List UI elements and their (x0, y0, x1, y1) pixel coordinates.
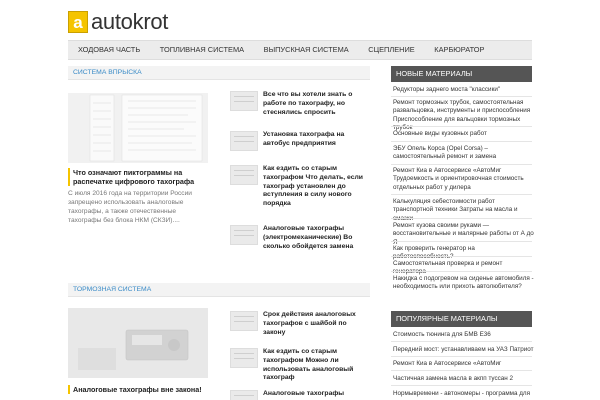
article-image[interactable] (68, 308, 208, 378)
sidebar-link[interactable]: Частичная замена масла в акпп туссан 2 (391, 375, 534, 383)
list-item[interactable]: Срок действия аналоговых тахографов с ша… (230, 311, 370, 337)
list-item[interactable]: Как ездить со старым тахографом Можно ли… (230, 348, 370, 383)
sidebar-link[interactable]: Стоимость тюнинга для БМВ Е36 (391, 331, 534, 339)
logo-mark: a (68, 11, 88, 33)
sidebar-link[interactable]: Редукторы заднего моста "классики" (391, 86, 534, 94)
sidebar-link[interactable]: Ремонт Киа в Автосервисе «АвтоМиг (391, 360, 534, 368)
list-item[interactable]: Аналоговые тахографы (электромеханически… (230, 225, 370, 251)
article-excerpt: С июля 2016 года на территории России за… (68, 190, 192, 224)
list-item[interactable]: Аналоговые тахографы (230, 390, 370, 400)
article-thumbnail[interactable] (230, 165, 258, 185)
nav-item-chassis[interactable]: ХОДОВАЯ ЧАСТЬ (68, 41, 150, 59)
list-item-title[interactable]: Как ездить со старым тахографом Что дела… (263, 165, 370, 209)
sidebar-link[interactable]: Ремонт кузова своими руками — восстанови… (391, 222, 534, 247)
list-item-title[interactable]: Все что вы хотели знать о работе по тахо… (263, 91, 370, 117)
article-image[interactable] (68, 93, 208, 163)
section-title-brakes[interactable]: ТОРМОЗНАЯ СИСТЕМА (68, 283, 370, 297)
article-thumbnail[interactable] (230, 131, 258, 151)
sidebar-link[interactable]: Накидка с подогревом на сиденье автомоби… (391, 275, 534, 292)
list-item-title[interactable]: Срок действия аналоговых тахографов с ша… (263, 311, 370, 337)
article-thumbnail[interactable] (230, 91, 258, 111)
sidebar-link[interactable]: Ремонт Киа в Автосервисе «АвтоМиг Трудое… (391, 167, 534, 192)
sidebar-link[interactable]: Нормывремени - автономеры - программа дл… (391, 390, 534, 398)
article-title[interactable]: Что означают пиктограммы на распечатке ц… (68, 168, 204, 186)
section-title-injection[interactable]: СИСТЕМА ВПРЫСКА (68, 66, 370, 80)
article-thumbnail[interactable] (230, 225, 258, 245)
article-thumbnail[interactable] (230, 348, 258, 368)
list-item-title[interactable]: Аналоговые тахографы (электромеханически… (263, 225, 370, 251)
article-thumbnail[interactable] (230, 311, 258, 331)
sidebar-popular-title: ПОПУЛЯРНЫЕ МАТЕРИАЛЫ (391, 311, 532, 327)
logo-text: autokrot (91, 9, 169, 34)
nav-item-fuel[interactable]: ТОПЛИВНАЯ СИСТЕМА (150, 41, 254, 59)
list-item-title[interactable]: Аналоговые тахографы (263, 390, 344, 399)
article-title[interactable]: Аналоговые тахографы вне закона! (68, 385, 204, 394)
article-thumbnail[interactable] (230, 390, 258, 400)
list-item-title[interactable]: Установка тахографа на автобус предприят… (263, 131, 370, 149)
list-item[interactable]: Установка тахографа на автобус предприят… (230, 131, 370, 151)
sidebar-link[interactable]: Ремонт тормозных трубок, самостоятельная… (391, 99, 534, 132)
sidebar-link[interactable]: Передний мост: устанавливаем на УАЗ Патр… (391, 346, 534, 354)
main-nav: ХОДОВАЯ ЧАСТЬ ТОПЛИВНАЯ СИСТЕМА ВЫПУСКНА… (68, 40, 532, 60)
site-logo[interactable]: a autokrot (68, 9, 168, 35)
nav-item-clutch[interactable]: СЦЕПЛЕНИЕ (359, 41, 425, 59)
sidebar-link[interactable]: Основные виды кузовных работ (391, 130, 534, 138)
list-item-title[interactable]: Как ездить со старым тахографом Можно ли… (263, 348, 370, 383)
sidebar-link[interactable]: ЭБУ Опель Корса (Opel Corsa) – самостоят… (391, 145, 534, 162)
list-item[interactable]: Все что вы хотели знать о работе по тахо… (230, 91, 370, 117)
nav-item-exhaust[interactable]: ВЫПУСКНАЯ СИСТЕМА (254, 41, 359, 59)
sidebar-link[interactable]: Калькуляция себестоимости работ транспор… (391, 198, 534, 223)
sidebar-new-title: НОВЫЕ МАТЕРИАЛЫ (391, 66, 532, 82)
nav-item-carburetor[interactable]: КАРБЮРАТОР (425, 41, 495, 59)
list-item[interactable]: Как ездить со старым тахографом Что дела… (230, 165, 370, 209)
